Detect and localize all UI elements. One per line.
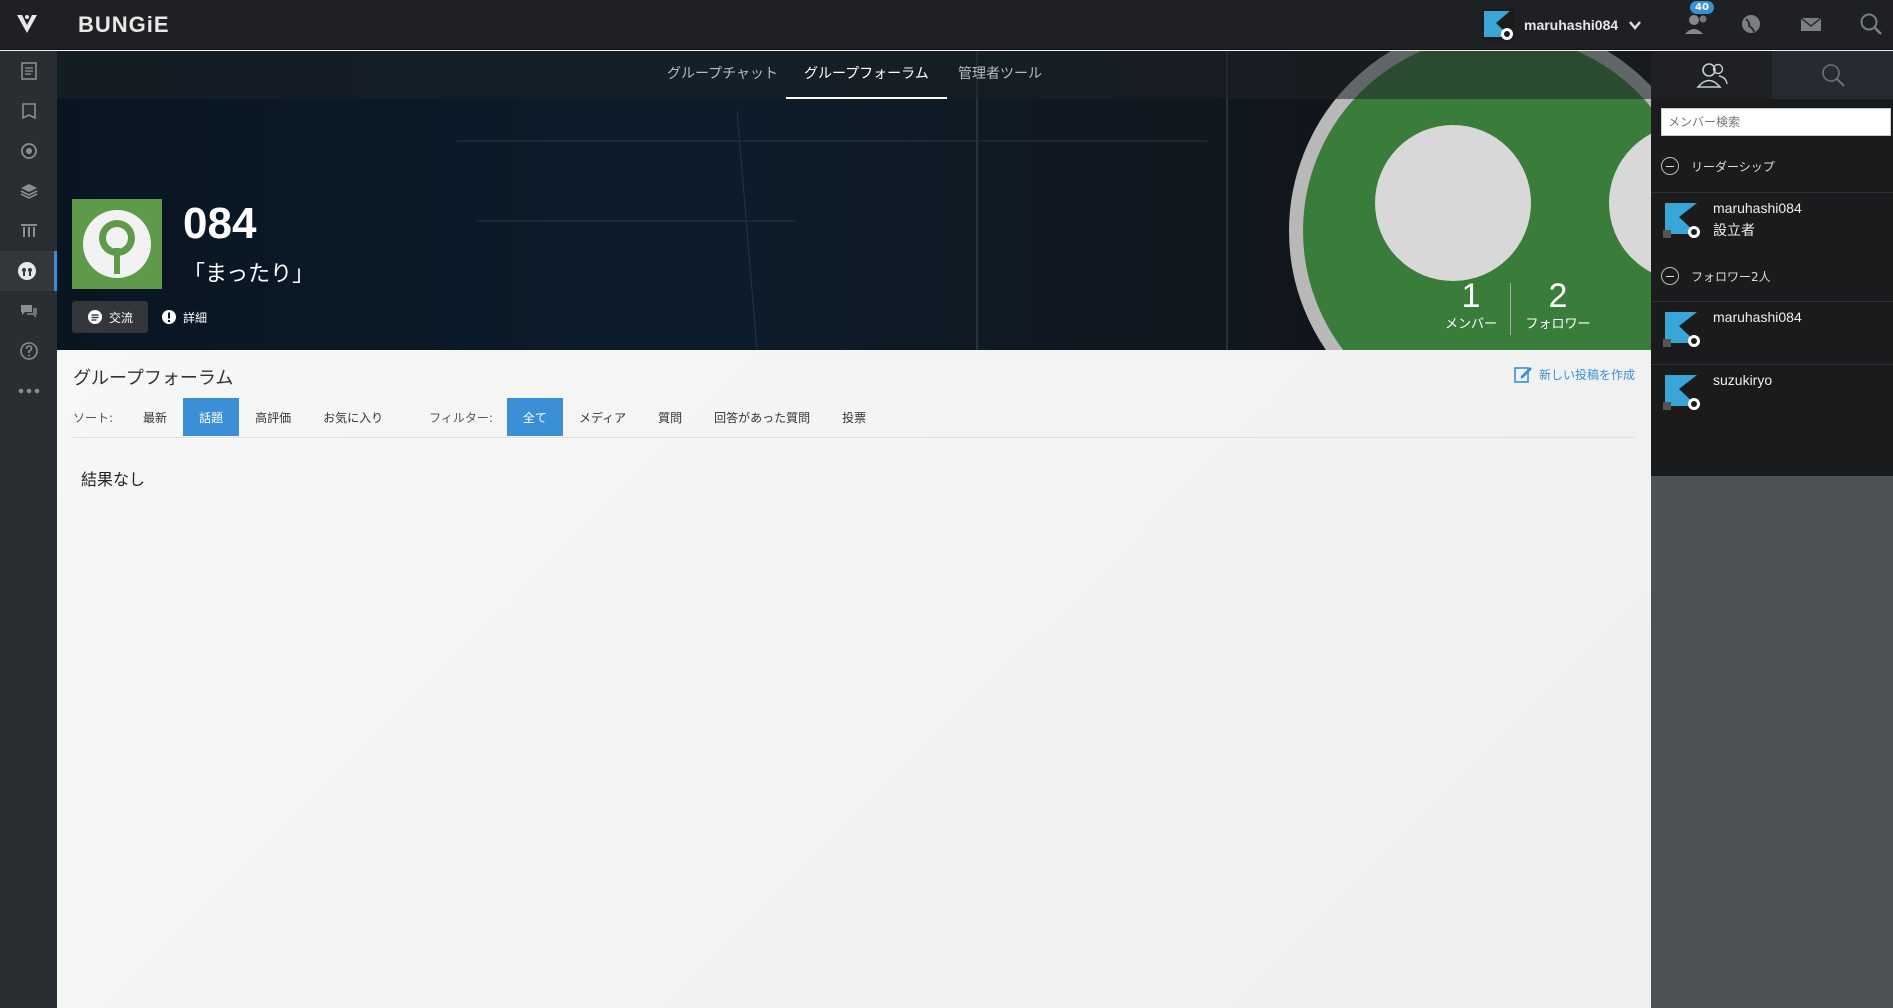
collapse-icon bbox=[1661, 157, 1679, 175]
divider bbox=[73, 437, 1635, 438]
destiny-logo-icon[interactable] bbox=[14, 12, 40, 36]
chat-button-label: 交流 bbox=[108, 310, 133, 325]
user-avatar bbox=[1482, 9, 1514, 41]
nav-layers[interactable] bbox=[0, 171, 57, 211]
filter-all[interactable]: 全て bbox=[506, 398, 563, 436]
top-bar: BUNGiE maruhashi084 40 bbox=[0, 0, 1893, 50]
filter-media[interactable]: メディア bbox=[563, 398, 642, 436]
user-menu[interactable]: maruhashi084 bbox=[1482, 8, 1642, 42]
search-icon[interactable] bbox=[1857, 10, 1885, 38]
ghost-icon bbox=[20, 143, 37, 159]
sort-trending[interactable]: 話題 bbox=[183, 398, 240, 436]
notification-badge: 40 bbox=[1690, 1, 1714, 14]
avatar bbox=[1661, 372, 1701, 412]
group-tab-bar: グループチャット グループフォーラム 管理者ツール bbox=[57, 51, 1651, 99]
nav-codex[interactable] bbox=[0, 91, 57, 131]
chat-icon bbox=[87, 310, 102, 324]
member-item[interactable]: maruhashi084 設立者 bbox=[1661, 200, 1802, 240]
group-motto: 「まったり」 bbox=[183, 262, 315, 287]
sort-label: ソート: bbox=[73, 410, 114, 425]
detail-button-label: 詳細 bbox=[183, 310, 208, 325]
tab-members[interactable] bbox=[1651, 51, 1772, 99]
username-label: maruhashi084 bbox=[1524, 17, 1619, 33]
pillars-icon bbox=[20, 224, 37, 237]
nav-forums[interactable] bbox=[0, 291, 57, 331]
nav-news[interactable] bbox=[0, 51, 57, 91]
tab-group-chat[interactable]: グループチャット bbox=[667, 63, 778, 97]
leadership-section[interactable]: リーダーシップ bbox=[1661, 157, 1775, 175]
banner-emblem-circle bbox=[1375, 125, 1531, 281]
search-icon bbox=[1821, 64, 1845, 87]
friends-icon[interactable] bbox=[1683, 10, 1711, 38]
forum-bubble-icon bbox=[20, 305, 37, 318]
members-count: 1 bbox=[1461, 277, 1481, 315]
left-sidebar bbox=[0, 51, 57, 1008]
forum-content: グループフォーラム 新しい投稿を作成 ソート: 最新 話題 高評価 お気に入り … bbox=[57, 350, 1651, 1008]
nav-ghost[interactable] bbox=[0, 131, 57, 171]
detail-button[interactable]: 詳細 bbox=[161, 301, 207, 333]
avatar bbox=[1661, 200, 1701, 240]
tab-group-forum[interactable]: グループフォーラム bbox=[786, 63, 947, 99]
member-name: maruhashi084 bbox=[1713, 309, 1802, 325]
codex-icon bbox=[21, 103, 36, 120]
collapse-icon bbox=[1661, 267, 1679, 285]
member-role: 設立者 bbox=[1713, 223, 1755, 239]
group-emblem-icon bbox=[83, 210, 151, 278]
edit-icon bbox=[1514, 367, 1532, 383]
new-post-button[interactable]: 新しい投稿を作成 bbox=[1513, 364, 1635, 384]
info-icon bbox=[162, 310, 176, 324]
filter-label: フィルター: bbox=[429, 410, 493, 425]
sort-filter-bar: ソート: 最新 話題 高評価 お気に入り フィルター: 全て メディア 質問 回… bbox=[73, 398, 882, 436]
members-label: メンバー bbox=[1444, 317, 1497, 332]
member-panel: リーダーシップ maruhashi084 設立者 フォロワー2人 bbox=[1651, 51, 1893, 1008]
mail-icon[interactable] bbox=[1797, 10, 1825, 38]
empty-message: 結果なし bbox=[81, 470, 146, 489]
sort-latest[interactable]: 最新 bbox=[127, 398, 183, 436]
news-icon bbox=[20, 62, 37, 80]
group-banner: グループチャット グループフォーラム 管理者ツール 084 「まったり」 交流 … bbox=[57, 51, 1651, 350]
members-icon bbox=[1695, 63, 1728, 88]
help-icon bbox=[19, 342, 38, 360]
avatar bbox=[1661, 309, 1701, 349]
members-stat[interactable]: 1 メンバー bbox=[1435, 279, 1507, 332]
tab-search[interactable] bbox=[1772, 51, 1893, 99]
layers-icon bbox=[20, 184, 37, 199]
forum-title: グループフォーラム bbox=[73, 368, 234, 389]
panel-tabs bbox=[1651, 51, 1893, 99]
filter-polls[interactable]: 投票 bbox=[826, 398, 882, 436]
nav-clan[interactable] bbox=[0, 251, 57, 291]
chevron-down-icon[interactable] bbox=[1628, 18, 1642, 32]
bungie-logo[interactable]: BUNGiE bbox=[78, 12, 170, 38]
followers-section-label: フォロワー2人 bbox=[1691, 269, 1771, 284]
followers-count: 2 bbox=[1548, 277, 1568, 315]
group-name: 084 bbox=[183, 199, 257, 248]
member-name: suzukiryo bbox=[1713, 372, 1773, 388]
member-search-input[interactable] bbox=[1661, 108, 1891, 136]
followers-label: フォロワー bbox=[1525, 317, 1591, 332]
member-item[interactable]: maruhashi084 bbox=[1661, 309, 1802, 349]
sort-favorites[interactable]: お気に入り bbox=[307, 398, 399, 436]
filter-answered[interactable]: 回答があった質問 bbox=[698, 398, 826, 436]
nav-help[interactable] bbox=[0, 331, 57, 371]
group-emblem bbox=[72, 199, 162, 289]
member-name: maruhashi084 bbox=[1713, 200, 1802, 216]
more-dots-icon bbox=[18, 388, 39, 394]
member-list: リーダーシップ maruhashi084 設立者 フォロワー2人 bbox=[1651, 99, 1893, 476]
tab-admin-tools[interactable]: 管理者ツール bbox=[958, 63, 1042, 97]
nav-pillars[interactable] bbox=[0, 211, 57, 251]
filter-questions[interactable]: 質問 bbox=[642, 398, 698, 436]
member-item[interactable]: suzukiryo bbox=[1661, 372, 1772, 412]
clan-icon bbox=[18, 262, 36, 280]
followers-stat[interactable]: 2 フォロワー bbox=[1522, 279, 1594, 332]
leadership-label: リーダーシップ bbox=[1691, 159, 1775, 174]
chat-button[interactable]: 交流 bbox=[72, 301, 148, 333]
nav-more[interactable] bbox=[0, 371, 57, 411]
stat-divider bbox=[1510, 283, 1511, 335]
sort-top-rated[interactable]: 高評価 bbox=[239, 398, 307, 436]
globe-icon[interactable] bbox=[1737, 10, 1765, 38]
new-post-label: 新しい投稿を作成 bbox=[1538, 367, 1635, 382]
followers-section[interactable]: フォロワー2人 bbox=[1661, 267, 1771, 285]
